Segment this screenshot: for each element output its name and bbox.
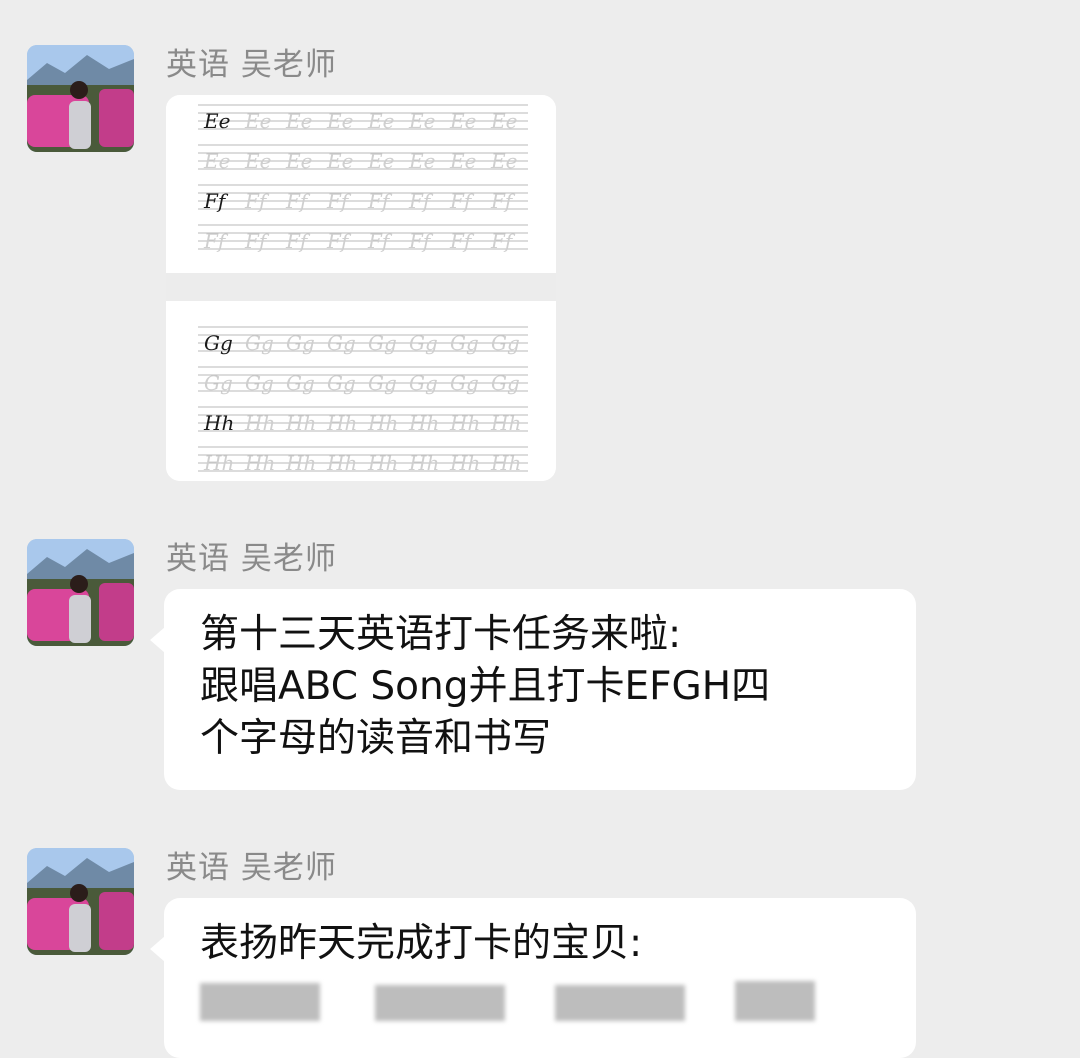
sender-name: 英语 吴老师 [166, 541, 337, 577]
worksheet-letter: Gg [245, 331, 274, 355]
worksheet-letter: Gg [409, 331, 438, 355]
worksheet-letter: Hh [490, 411, 521, 435]
worksheet-letter: Ff [326, 229, 352, 253]
worksheet-letter: Hh [203, 411, 234, 435]
worksheet-letter: Gg [368, 371, 397, 395]
sender-avatar[interactable] [27, 45, 134, 152]
worksheet-letter: Gg [491, 331, 520, 355]
worksheet-letter: Gg [327, 331, 356, 355]
worksheet-letter: Ff [367, 189, 393, 213]
worksheet-letter: Ee [203, 149, 230, 173]
worksheet-letter: Hh [367, 451, 398, 475]
worksheet-letter: Ee [449, 109, 476, 133]
worksheet-letter: Ee [326, 109, 353, 133]
avatar-photo-icon [27, 45, 134, 152]
bubble-tail [150, 627, 165, 653]
worksheet-letter: Ff [244, 189, 270, 213]
worksheet-letter: Ee [326, 149, 353, 173]
worksheet-letter: Ff [490, 189, 516, 213]
worksheet-letter: Gg [327, 371, 356, 395]
worksheet-letter: Ff [408, 189, 434, 213]
worksheet-letter: Ff [244, 229, 270, 253]
blurred-names [200, 975, 840, 1021]
sender-name: 英语 吴老师 [166, 47, 337, 83]
worksheet-letter: Ee [449, 149, 476, 173]
worksheet-letter: Ee [244, 109, 271, 133]
worksheet-letter: Ee [285, 149, 312, 173]
letter-worksheet-image: Ee Ee Ee Ee Ee Ee Ee Ee Ee Ee Ee Ee Ee Ee Ee Ee Ff Ff Ff Ff… [166, 95, 556, 481]
text-message-bubble[interactable]: 第十三天英语打卡任务来啦: 跟唱ABC Song并且打卡EFGH四 个字母的读音… [150, 589, 916, 790]
worksheet-letter: Hh [408, 451, 439, 475]
worksheet-letter: Gg [368, 331, 397, 355]
worksheet-letter: Ee [408, 109, 435, 133]
worksheet-letter: Hh [285, 451, 316, 475]
worksheet-letter: Ee [490, 149, 517, 173]
worksheet-letter: Ee [408, 149, 435, 173]
worksheet-letter: Gg [450, 371, 479, 395]
worksheet-letter: Gg [450, 331, 479, 355]
worksheet-letter: Ff [285, 189, 311, 213]
worksheet-letter: Ff [449, 189, 475, 213]
worksheet-letter: Gg [204, 371, 233, 395]
worksheet-letter: Gg [409, 371, 438, 395]
avatar-photo-icon [27, 848, 134, 955]
worksheet-letter: Hh [449, 411, 480, 435]
worksheet-letter: Ee [244, 149, 271, 173]
bubble-tail [150, 936, 165, 962]
worksheet-letter: Ee [367, 109, 394, 133]
worksheet-letter: Ff [490, 229, 516, 253]
sender-avatar[interactable] [27, 539, 134, 646]
worksheet-letter: Gg [245, 371, 274, 395]
worksheet-letter: Gg [286, 331, 315, 355]
worksheet-letter: Gg [286, 371, 315, 395]
worksheet-letter: Gg [204, 331, 233, 355]
worksheet-letter: Hh [449, 451, 480, 475]
avatar-photo-icon [27, 539, 134, 646]
image-message[interactable]: Ee Ee Ee Ee Ee Ee Ee Ee Ee Ee Ee Ee Ee Ee Ee Ee Ff Ff Ff Ff… [166, 95, 556, 481]
worksheet-letter: Ee [367, 149, 394, 173]
worksheet-letter: Ff [203, 189, 229, 213]
worksheet-letter: Hh [326, 411, 357, 435]
worksheet-letter: Ff [203, 229, 229, 253]
sender-avatar[interactable] [27, 848, 134, 955]
worksheet-letter: Gg [491, 371, 520, 395]
worksheet-letter: Ee [285, 109, 312, 133]
worksheet-letter: Ee [203, 109, 230, 133]
message-text: 第十三天英语打卡任务来啦: 跟唱ABC Song并且打卡EFGH四 个字母的读音… [200, 612, 771, 761]
worksheet-letter: Ff [408, 229, 434, 253]
worksheet-letter: Hh [367, 411, 398, 435]
worksheet-letter: Hh [490, 451, 521, 475]
worksheet-letter: Hh [408, 411, 439, 435]
worksheet-letter: Ff [449, 229, 475, 253]
worksheet-letter: Hh [285, 411, 316, 435]
worksheet-letter: Ff [285, 229, 311, 253]
sender-name: 英语 吴老师 [166, 850, 337, 886]
worksheet-letter: Ff [326, 189, 352, 213]
worksheet-letter: Ff [367, 229, 393, 253]
worksheet-letter: Hh [244, 411, 275, 435]
worksheet-letter: Hh [326, 451, 357, 475]
worksheet-letter: Hh [244, 451, 275, 475]
worksheet-letter: Ee [490, 109, 517, 133]
worksheet-letter: Hh [203, 451, 234, 475]
